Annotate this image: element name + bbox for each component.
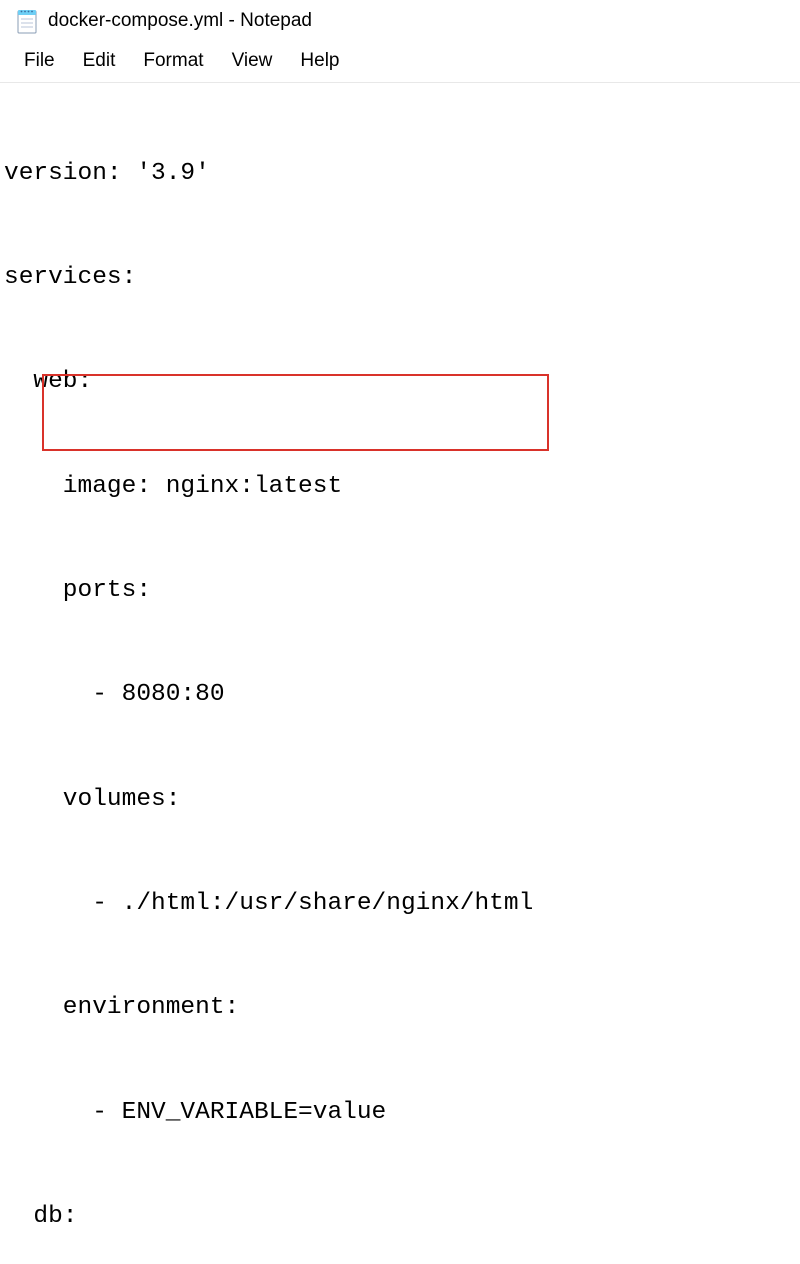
menu-file[interactable]: File (10, 46, 69, 76)
editor-line: db: (4, 1200, 796, 1235)
titlebar: docker-compose.yml - Notepad (0, 0, 800, 42)
editor-line: - ENV_VARIABLE=value (4, 1096, 796, 1131)
editor-line: environment: (4, 991, 796, 1026)
editor-line: - ./html:/usr/share/nginx/html (4, 887, 796, 922)
menu-view[interactable]: View (218, 46, 287, 76)
editor-line: - 8080:80 (4, 678, 796, 713)
editor-line: ports: (4, 574, 796, 609)
window-title: docker-compose.yml - Notepad (48, 10, 312, 32)
editor-line: volumes: (4, 783, 796, 818)
editor-line: services: (4, 261, 796, 296)
menubar: File Edit Format View Help (0, 42, 800, 83)
editor-line: web: (4, 365, 796, 400)
notepad-icon (14, 7, 40, 35)
text-editor-area[interactable]: version: '3.9' services: web: image: ngi… (0, 83, 800, 1264)
editor-line: version: '3.9' (4, 157, 796, 192)
menu-edit[interactable]: Edit (69, 46, 130, 76)
editor-line: image: nginx:latest (4, 470, 796, 505)
menu-help[interactable]: Help (286, 46, 353, 76)
menu-format[interactable]: Format (129, 46, 217, 76)
